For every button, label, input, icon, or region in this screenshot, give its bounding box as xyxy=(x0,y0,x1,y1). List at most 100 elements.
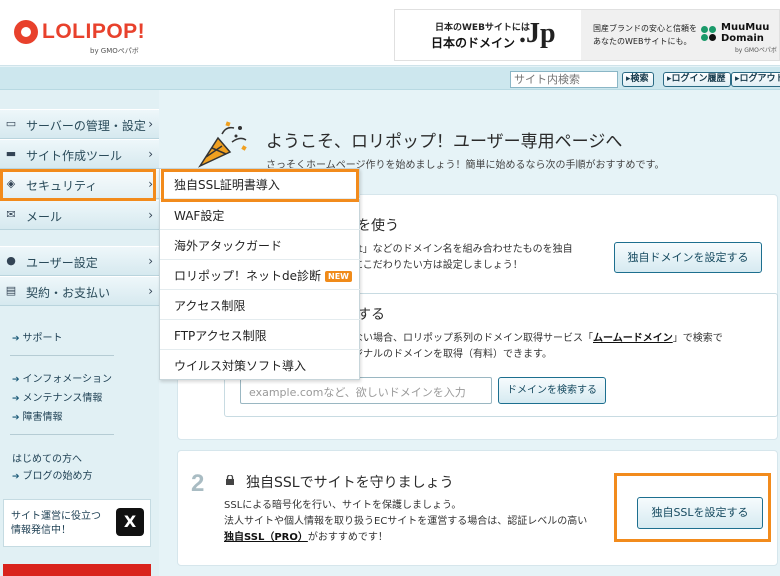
chevron-right-icon: › xyxy=(148,208,153,222)
ssl-step-title: 独自SSLでサイトを守りましょう xyxy=(246,475,454,491)
arrow-right-icon: ➔ xyxy=(12,413,20,423)
menu-item-label: 海外アタックガード xyxy=(174,239,283,253)
welcome-title: ようこそ、ロリポップ！ユーザー専用ページへ xyxy=(266,132,623,152)
muumuu-logo[interactable]: MuuMuu Domain by GMOペパボ xyxy=(701,22,777,54)
domain-search-input[interactable]: example.comなど、欲しいドメインを入力 xyxy=(240,377,492,404)
sidebar-link-trouble[interactable]: ➔ 障害情報 xyxy=(12,408,63,423)
shield-icon: ◈ xyxy=(6,177,16,190)
muumuu-banner-text: 国産ブランドの安心と信頼を あなたのWEBサイトにも。 xyxy=(593,22,697,48)
ssl-step-desc: SSLによる暗号化を行い、サイトを保護しましょう。 法人サイトや個人情報を取り扱… xyxy=(224,498,587,546)
menu-item-ssl[interactable]: 独自SSL証明書導入 xyxy=(160,169,360,199)
ssl-desc-post: がおすすめです！ xyxy=(307,532,388,543)
ad-banner[interactable]: 日本のWEBサイトには 日本のドメイン .Jp 国産ブランドの安心と信頼を あな… xyxy=(394,9,780,61)
arrow-right-icon: ➔ xyxy=(12,394,20,404)
logo-text: LOLIPOP! xyxy=(42,20,146,43)
sidebar-link-maintenance[interactable]: ➔ メンテナンス情報 xyxy=(12,389,102,404)
logout-button[interactable]: ▸ログアウト xyxy=(731,72,780,87)
menu-item-net-diagnosis[interactable]: ロリポップ！ネットde診断 NEW xyxy=(160,260,360,290)
jp-domain-banner[interactable]: 日本のWEBサイトには 日本のドメイン .Jp xyxy=(395,10,581,60)
chevron-right-icon: › xyxy=(148,284,153,298)
muumuu-logo-line1: MuuMuu xyxy=(721,22,770,33)
muumuu-banner-line2: あなたのWEBサイトにも。 xyxy=(593,37,692,46)
sidebar-link-label: インフォメーション xyxy=(22,374,113,385)
logo-sub: by GMOペパボ xyxy=(90,47,139,55)
sidebar-item-label: メール xyxy=(26,210,63,224)
user-icon: ● xyxy=(6,254,16,267)
search-button[interactable]: ▸検索 xyxy=(622,72,654,87)
muumuu-logo-text: MuuMuu Domain xyxy=(721,22,769,44)
domain-desc-line1: .net」などのドメイン名を組み合わせたものを独自 xyxy=(343,244,573,255)
sidebar-item-mail[interactable]: ✉ メール › xyxy=(0,200,159,230)
sidebar-item-security[interactable]: ◈ セキュリティ › xyxy=(0,169,159,199)
monitor-icon: ▬ xyxy=(5,147,17,160)
muumuu-domain-link[interactable]: ムームードメイン xyxy=(593,333,673,344)
sidebar-item-contract[interactable]: ▤ 契約・お支払い › xyxy=(0,276,159,306)
muumuu-logo-line2: Domain xyxy=(721,33,764,44)
lock-icon xyxy=(226,475,234,485)
search-desc-line2: リジナルのドメインを取得（有料）できます。 xyxy=(343,349,552,360)
sidebar-link-label: ブログの始め方 xyxy=(22,471,93,482)
sidebar-divider xyxy=(10,434,114,435)
x-logo-icon: X xyxy=(116,508,144,536)
menu-item-label: ロリポップ！ネットde診断 xyxy=(174,269,322,283)
x-box-text: サイト運営に役立つ 情報発信中！ xyxy=(11,510,101,538)
chevron-right-icon: › xyxy=(148,117,153,131)
menu-item-attack-guard[interactable]: 海外アタックガード xyxy=(160,230,360,260)
jp-banner-mark: .Jp xyxy=(519,18,556,49)
sidebar-link-support[interactable]: ➔ サポート xyxy=(12,329,63,344)
muumuu-banner-line1: 国産ブランドの安心と信頼を xyxy=(593,24,697,33)
arrow-right-icon: ➔ xyxy=(12,472,20,482)
card-icon: ▤ xyxy=(5,284,17,297)
top-header: LOLIPOP! by GMOペパボ 日本のWEBサイトには 日本のドメイン .… xyxy=(0,0,780,66)
muumuu-logo-sub: by GMOペパボ xyxy=(735,47,777,54)
jp-banner-top: 日本のWEBサイトには xyxy=(435,23,530,33)
login-history-button[interactable]: ▸ログイン履歴 xyxy=(663,72,731,87)
menu-item-waf[interactable]: WAF設定 xyxy=(160,200,360,230)
domain-desc-line2: ンにこだわりたい方は設定しましょう！ xyxy=(343,260,523,271)
domain-search-button[interactable]: ドメインを検索する xyxy=(498,377,606,404)
menu-item-antivirus[interactable]: ウイルス対策ソフト導入 xyxy=(160,350,360,380)
muumuu-mark-icon xyxy=(701,26,717,42)
menu-item-label: ウイルス対策ソフト導入 xyxy=(174,359,307,373)
sidebar-link-information[interactable]: ➔ インフォメーション xyxy=(12,370,112,385)
domain-step-desc: .net」などのドメイン名を組み合わせたものを独自 ンにこだわりたい方は設定しま… xyxy=(343,242,573,274)
ssl-desc-line1: SSLによる暗号化を行い、サイトを保護しましょう。 xyxy=(224,500,462,511)
x-follow-box[interactable]: サイト運営に役立つ 情報発信中！ X xyxy=(3,499,151,547)
sidebar-link-blog[interactable]: ➔ ブログの始め方 xyxy=(12,467,93,482)
chevron-right-icon: › xyxy=(148,177,153,191)
sidebar-item-label: ユーザー設定 xyxy=(26,256,98,270)
lolipop-logo[interactable]: LOLIPOP! by GMOペパボ xyxy=(14,16,164,56)
ssl-pro-link[interactable]: 独自SSL（PRO） xyxy=(224,532,308,543)
sidebar-item-server[interactable]: ▭ サーバーの管理・設定 › xyxy=(0,109,159,139)
sidebar-item-label: 契約・お支払い xyxy=(26,286,111,300)
chevron-right-icon: › xyxy=(148,254,153,268)
set-domain-button[interactable]: 独自ドメインを設定する xyxy=(614,242,762,273)
sidebar-item-site-tools[interactable]: ▬ サイト作成ツール › xyxy=(0,139,159,169)
sidebar-link-beginners[interactable]: はじめての方へ xyxy=(12,450,82,465)
security-dropdown-menu: 独自SSL証明書導入 WAF設定 海外アタックガード ロリポップ！ネットde診断… xyxy=(159,168,360,380)
menu-item-access-limit[interactable]: アクセス制限 xyxy=(160,290,360,320)
x-box-line2: 情報発信中！ xyxy=(11,525,71,536)
step-number: 2 xyxy=(191,470,205,497)
sidebar-item-label: サイト作成ツール xyxy=(26,149,123,163)
sidebar-link-label: サポート xyxy=(22,333,63,344)
set-ssl-button[interactable]: 独自SSLを設定する xyxy=(637,497,763,529)
menu-item-label: 独自SSL証明書導入 xyxy=(174,178,280,192)
party-popper-icon xyxy=(197,121,247,168)
site-search-input[interactable] xyxy=(510,71,618,88)
server-icon: ▭ xyxy=(5,117,17,130)
sidebar-item-label: サーバーの管理・設定 xyxy=(26,119,146,133)
search-desc-pre: でない場合、ロリポップ系列のドメイン取得サービス「 xyxy=(343,333,593,344)
ssl-desc-line2: 法人サイトや個人情報を取り扱うECサイトを運営する場合は、認証レベルの高い xyxy=(224,516,588,527)
chevron-right-icon: › xyxy=(148,147,153,161)
menu-item-ftp-limit[interactable]: FTPアクセス制限 xyxy=(160,320,360,350)
sidebar-link-label: メンテナンス情報 xyxy=(22,393,103,404)
sidebar-link-label: はじめての方へ xyxy=(12,454,82,465)
x-box-line1: サイト運営に役立つ xyxy=(11,511,101,522)
sidebar-item-user-settings[interactable]: ● ユーザー設定 › xyxy=(0,246,159,276)
lolipop-logo-mark xyxy=(14,20,38,44)
sidebar-divider xyxy=(10,355,114,356)
jp-banner-main: 日本のドメイン xyxy=(431,36,516,50)
mail-icon: ✉ xyxy=(6,208,16,221)
red-banner[interactable] xyxy=(3,564,151,576)
